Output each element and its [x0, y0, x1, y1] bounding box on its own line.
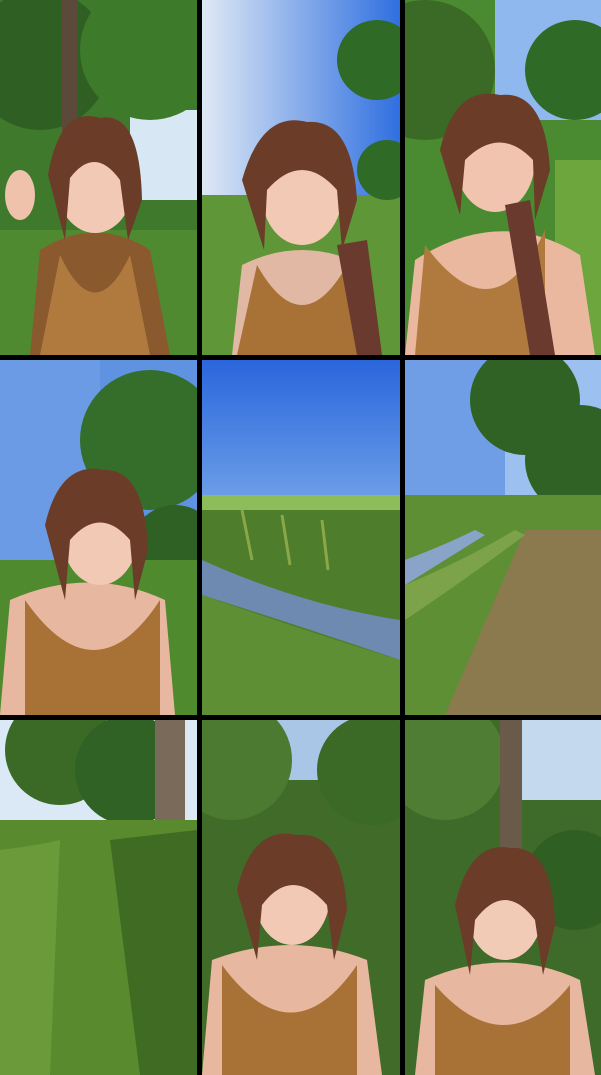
photo-woman-under-tree	[405, 720, 601, 1075]
photo-tile-5	[202, 360, 400, 715]
photo-tile-7	[0, 720, 197, 1075]
photo-tile-6	[405, 360, 601, 715]
photo-grassy-path	[0, 720, 197, 1075]
photo-ditch-landscape	[202, 360, 400, 715]
photo-ditch-tree-path	[405, 360, 601, 715]
photo-woman-smiling-trees	[405, 0, 601, 355]
photo-woman-tree-field	[0, 360, 197, 715]
photo-tile-1	[0, 0, 197, 355]
photo-woman-blue-sky	[202, 0, 400, 355]
photo-tile-4	[0, 360, 197, 715]
photo-tile-3	[405, 0, 601, 355]
photo-woman-waving	[0, 0, 197, 355]
photo-tile-8	[202, 720, 400, 1075]
photo-woman-among-trees	[202, 720, 400, 1075]
photo-tile-9	[405, 720, 601, 1075]
photo-grid	[0, 0, 601, 1075]
photo-tile-2	[202, 0, 400, 355]
